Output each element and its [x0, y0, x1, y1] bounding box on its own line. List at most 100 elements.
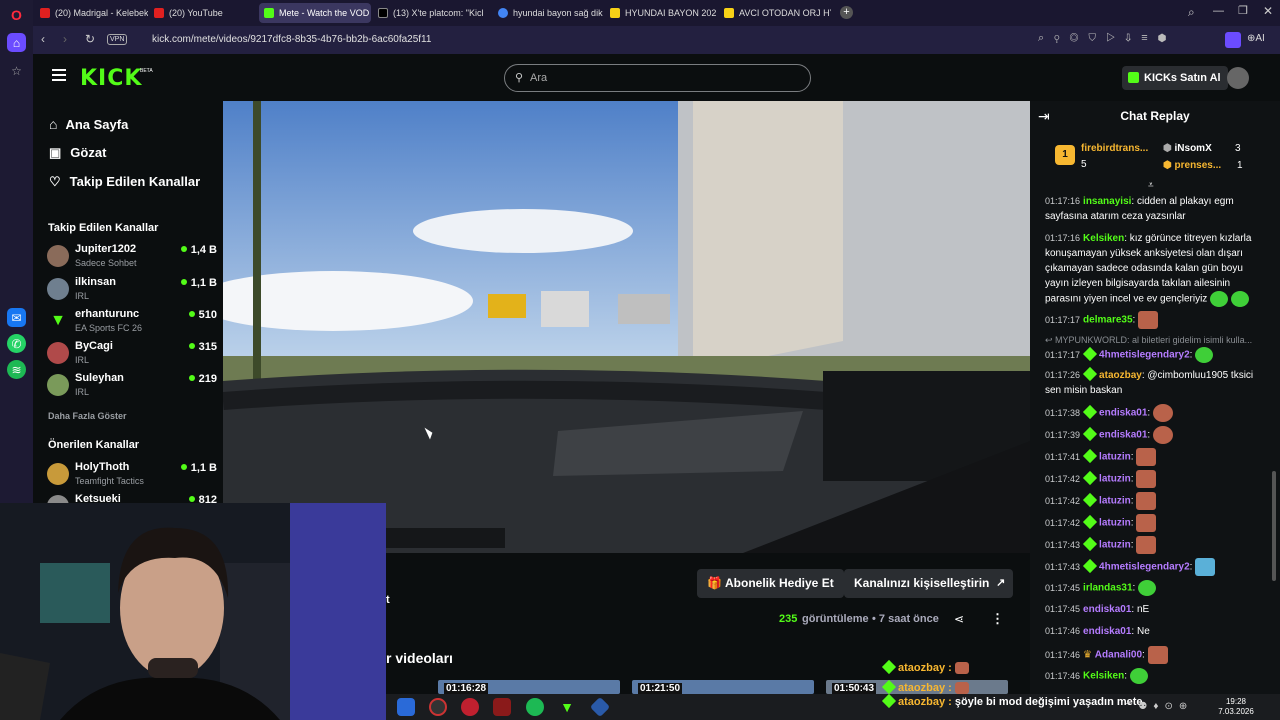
tab-active[interactable]: Mete - Watch the VOD	[259, 3, 371, 23]
customize-channel-button[interactable]: Kanalınızı kişiselleştirin ↗	[844, 569, 1014, 598]
msg-user[interactable]: endiska01	[1099, 408, 1147, 419]
search-tabs-icon[interactable]: ⌕	[1188, 5, 1195, 20]
msg-user[interactable]: endiska01	[1083, 626, 1131, 637]
msg-time: 01:17:46	[1045, 626, 1081, 636]
external-link-icon: ↗	[996, 577, 1006, 589]
app-icon[interactable]	[429, 698, 447, 716]
channel-avatar: ▼	[50, 312, 66, 329]
app-icon[interactable]	[589, 696, 611, 718]
channel-item[interactable]: Suleyhan IRL 219	[47, 372, 217, 404]
tab[interactable]: (13) X'te platcom: "Kick y	[373, 3, 483, 23]
tab[interactable]: HYUNDAI BAYON 2021-20	[605, 3, 717, 23]
home-icon[interactable]: ⌂	[7, 33, 26, 52]
close-icon[interactable]: ✕	[1263, 4, 1273, 18]
leader-name[interactable]: ⬢ iNsomX	[1163, 143, 1212, 154]
rank-badge: 1	[1055, 145, 1075, 165]
tab[interactable]: AVCI OTODAN ORJ HYUN	[719, 3, 831, 23]
user-avatar[interactable]	[1227, 67, 1249, 89]
nav-following[interactable]: ♡ Takip Edilen Kanallar	[49, 174, 200, 190]
kicks-buy-button[interactable]: KICKs Satın Al	[1122, 66, 1228, 90]
channel-item[interactable]: ilkinsan IRL 1,1 B	[47, 276, 217, 308]
toolbar-icons[interactable]: ⌕⚲◎⛉▷⇩≡⬢	[1038, 32, 1176, 45]
msg-user[interactable]: latuzin	[1099, 496, 1131, 507]
msg-user[interactable]: endiska01	[1083, 604, 1131, 615]
back-icon[interactable]: ‹	[41, 32, 45, 46]
channel-avatar	[47, 342, 69, 364]
reply-preview: ↩ MYPUNKWORLD: al biletleri gidelim isim…	[1045, 335, 1253, 345]
msg-user[interactable]: irlandas31	[1083, 583, 1132, 594]
opera-logo-icon[interactable]: O	[7, 5, 26, 24]
channel-category: Sadece Sohbet	[75, 258, 137, 268]
search-input[interactable]: ⚲ Ara	[504, 64, 811, 92]
msg-user[interactable]: Adanali00	[1095, 650, 1142, 661]
emote	[1138, 580, 1157, 596]
channel-item[interactable]: ▼ erhanturunc EA Sports FC 26 510	[47, 308, 217, 340]
leader-count: 1	[1237, 160, 1243, 171]
channel-item[interactable]: HolyThoth Teamfight Tactics 1,1 B	[47, 461, 217, 493]
msg-user[interactable]: Kelsiken	[1083, 671, 1124, 682]
msg-user[interactable]: latuzin	[1099, 518, 1131, 529]
more-options-icon[interactable]: ⋮	[991, 611, 1004, 627]
video-player[interactable]	[223, 101, 1030, 553]
clock[interactable]: 19:28 7.03.2026	[1196, 697, 1276, 717]
sidebar: ⌂ Ana Sayfa ▣ Gözat ♡ Takip Edilen Kanallar…	[33, 101, 223, 521]
show-more-link[interactable]: Daha Fazla Göster	[48, 411, 127, 421]
msg-user[interactable]: ataozbay	[1099, 370, 1142, 381]
opera-icon[interactable]	[461, 698, 479, 716]
share-icon[interactable]: ⋖	[954, 612, 964, 626]
msg-user[interactable]: insanayisi	[1083, 196, 1131, 207]
app-icon[interactable]	[493, 698, 511, 716]
tab[interactable]: hyundai bayon sağ dikiz a	[493, 3, 603, 23]
browse-icon: ▣	[49, 145, 62, 160]
reload-icon[interactable]: ↻	[85, 32, 95, 46]
vpn-badge[interactable]: VPN	[107, 34, 128, 45]
app-icon[interactable]	[397, 698, 415, 716]
new-tab-icon[interactable]: +	[840, 6, 853, 19]
msg-user[interactable]: latuzin	[1099, 452, 1131, 463]
channel-item[interactable]: Jupiter1202 Sadece Sohbet 1,4 B	[47, 243, 217, 275]
chat-scrollbar[interactable]	[1272, 471, 1276, 581]
star-icon[interactable]: ☆	[7, 61, 26, 80]
sub-badge-icon	[1082, 366, 1098, 382]
msg-user[interactable]: Kelsiken	[1083, 233, 1124, 244]
msg-user[interactable]: 4hmetislegendary2	[1099, 562, 1190, 573]
tab-bar: (20) Madrigal - Kelebekler (20) YouTube …	[33, 0, 1280, 26]
tab[interactable]: (20) Madrigal - Kelebekler	[35, 3, 148, 23]
msg-user[interactable]: endiska01	[1099, 430, 1147, 441]
minimize-icon[interactable]: —	[1213, 5, 1224, 17]
channel-avatar	[47, 463, 69, 485]
tab[interactable]: (20) YouTube	[149, 3, 257, 23]
aria-ai-button[interactable]: ⊕AI	[1247, 33, 1265, 44]
menu-icon[interactable]	[52, 69, 66, 81]
spotify-icon[interactable]	[526, 698, 544, 716]
msg-user[interactable]: delmare35	[1083, 315, 1132, 326]
video-thumbnail[interactable]: 01:16:28	[438, 680, 620, 694]
emote	[1136, 492, 1157, 510]
chat-message: 01:17:45 irlandas31:	[1045, 580, 1267, 596]
msg-user[interactable]: 4hmetislegendary2	[1099, 350, 1190, 361]
forward-icon[interactable]: ›	[63, 32, 67, 46]
nav-home[interactable]: ⌂ Ana Sayfa	[49, 116, 128, 132]
video-thumbnail[interactable]: 01:21:50	[632, 680, 814, 694]
msg-time: 01:17:43	[1045, 561, 1081, 572]
leader-name[interactable]: ⬢ prenses...	[1163, 160, 1221, 171]
nav-browse[interactable]: ▣ Gözat	[49, 145, 106, 161]
kick-logo[interactable]: KICK	[80, 66, 142, 91]
kick-icon[interactable]: ▼	[558, 698, 576, 716]
gift-subscription-button[interactable]: 🎁 Abonelik Hediye Et	[697, 569, 844, 598]
msg-user[interactable]: latuzin	[1099, 474, 1131, 485]
overlay-chat-line: ataozbay :	[881, 659, 969, 675]
expand-leaderboard-icon[interactable]: ⩡	[1148, 180, 1154, 191]
messenger-icon[interactable]: ✉	[7, 308, 26, 327]
extension-icon[interactable]	[1225, 32, 1241, 48]
spotify-icon[interactable]: ≋	[7, 360, 26, 379]
whatsapp-icon[interactable]: ✆	[7, 334, 26, 353]
msg-user[interactable]: latuzin	[1099, 540, 1131, 551]
channel-item[interactable]: ByCagi IRL 315	[47, 340, 217, 372]
url-field[interactable]: kick.com/mete/videos/9217dfc8-8b35-4b76-…	[152, 34, 431, 45]
tray-icons[interactable]: ⌃⚉♦⊙⊕	[1124, 701, 1193, 712]
leader-name[interactable]: firebirdtrans...	[1081, 143, 1148, 154]
nav-label: Takip Edilen Kanallar	[69, 174, 201, 189]
emote	[1129, 668, 1148, 684]
maximize-icon[interactable]: ❐	[1238, 4, 1248, 17]
